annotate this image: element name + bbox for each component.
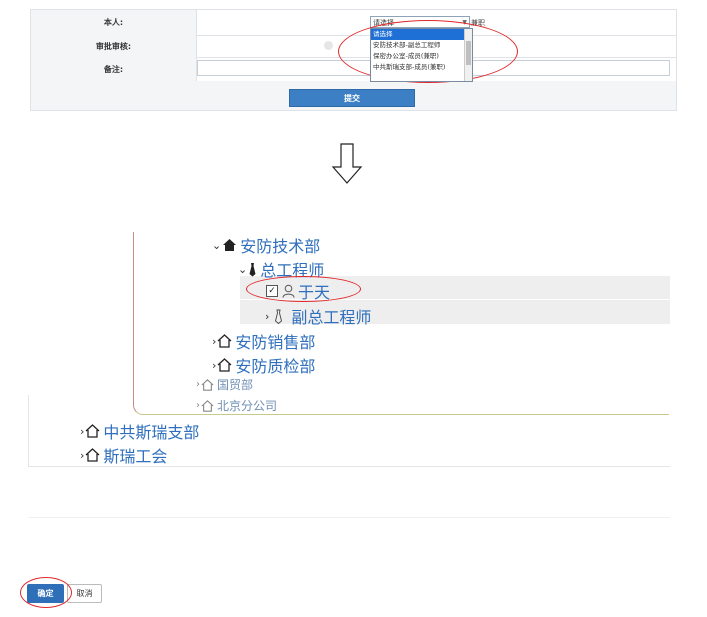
home-icon xyxy=(85,448,100,462)
tree-node-beijing-branch[interactable]: › 北京分公司 xyxy=(196,397,277,414)
review-label: 审批审核: xyxy=(31,35,197,57)
dropdown-scrollbar[interactable] xyxy=(464,29,472,81)
note-label: 备注: xyxy=(31,57,197,81)
checkbox[interactable]: ✓ xyxy=(266,285,278,297)
chevron-down-icon[interactable]: ⌄ xyxy=(238,263,247,276)
home-icon xyxy=(201,399,214,412)
tree-node-label: 斯瑞工会 xyxy=(103,447,168,466)
tree-node-security-qc[interactable]: › 安防质检部 xyxy=(212,353,315,377)
tie-icon xyxy=(249,262,256,276)
position-select-value: 请选择 xyxy=(373,19,394,27)
form-row-review: 审批审核: xyxy=(31,35,676,58)
tree-node-chief-engineer[interactable]: ⌄ 总工程师 xyxy=(238,257,324,281)
tree-node-person[interactable]: ✓ 于天 xyxy=(266,279,330,303)
chevron-right-icon[interactable]: › xyxy=(212,359,216,372)
tree-node-label: 副总工程师 xyxy=(291,308,372,327)
tree-node-union[interactable]: › 斯瑞工会 xyxy=(80,443,167,467)
tree-node-label: 北京分公司 xyxy=(217,399,278,413)
position-dropdown-list[interactable]: 请选择 安防技术部-副总工程师 保密办公室-成员(兼职) 中共斯瑞支部-成员(兼… xyxy=(370,28,473,82)
cancel-button[interactable]: 取消 xyxy=(67,584,102,603)
chevron-right-icon[interactable]: › xyxy=(265,310,269,323)
dropdown-option[interactable]: 请选择 xyxy=(371,29,472,40)
tree-node-label: 中共斯瑞支部 xyxy=(103,423,200,442)
tree-node-security-tech[interactable]: ⌄ 安防技术部 xyxy=(212,233,320,257)
home-icon xyxy=(223,239,237,251)
review-radio[interactable] xyxy=(324,41,333,50)
tree-node-label: 安防质检部 xyxy=(235,357,316,376)
submit-button[interactable]: 提交 xyxy=(289,89,415,107)
tree-node-label: 总工程师 xyxy=(260,261,325,280)
user-icon xyxy=(282,284,295,298)
chevron-right-icon[interactable]: › xyxy=(80,425,84,438)
tie-icon xyxy=(275,309,283,324)
divider xyxy=(28,517,670,518)
tree-node-party-branch[interactable]: › 中共斯瑞支部 xyxy=(80,419,199,443)
chevron-right-icon[interactable]: › xyxy=(80,449,84,462)
chevron-down-icon[interactable]: ⌄ xyxy=(212,239,221,252)
position-select[interactable]: 请选择 ▼ xyxy=(370,16,470,28)
chevron-right-icon[interactable]: › xyxy=(196,400,200,411)
approval-form: 本人: 请选择 ▼ 兼职 审批审核: 备注: 提交 请选择 安防技术部-副总工程… xyxy=(30,9,677,111)
tree-node-label: 安防销售部 xyxy=(235,333,316,352)
form-row-self: 本人: 请选择 ▼ 兼职 xyxy=(31,10,676,36)
home-icon xyxy=(85,424,100,438)
chevron-right-icon[interactable]: › xyxy=(212,335,216,348)
tree-node-security-sales[interactable]: › 安防销售部 xyxy=(212,329,315,353)
form-row-submit: 提交 xyxy=(31,81,676,110)
dropdown-option[interactable]: 中共斯瑞支部-成员(兼职) xyxy=(371,62,472,73)
tree-node-label: 安防技术部 xyxy=(240,237,321,256)
confirm-button[interactable]: 确定 xyxy=(27,584,64,603)
dropdown-option[interactable]: 安防技术部-副总工程师 xyxy=(371,40,472,51)
chevron-right-icon[interactable]: › xyxy=(196,379,200,390)
tree-node-label: 国贸部 xyxy=(217,378,254,392)
dropdown-option[interactable]: 保密办公室-成员(兼职) xyxy=(371,51,472,62)
home-icon xyxy=(201,378,214,391)
tree-divider xyxy=(28,395,29,467)
home-icon xyxy=(217,334,232,348)
tree-node-label: 于天 xyxy=(298,283,331,302)
select-suffix-text: 兼职 xyxy=(471,19,485,27)
tree-node-trade[interactable]: › 国贸部 xyxy=(196,376,253,393)
tree-node-deputy-chief-engineer[interactable]: › 副总工程师 xyxy=(265,304,371,328)
down-arrow-icon xyxy=(331,143,363,184)
self-label: 本人: xyxy=(31,10,197,35)
form-row-note: 备注: xyxy=(31,57,676,82)
home-icon xyxy=(217,358,232,372)
